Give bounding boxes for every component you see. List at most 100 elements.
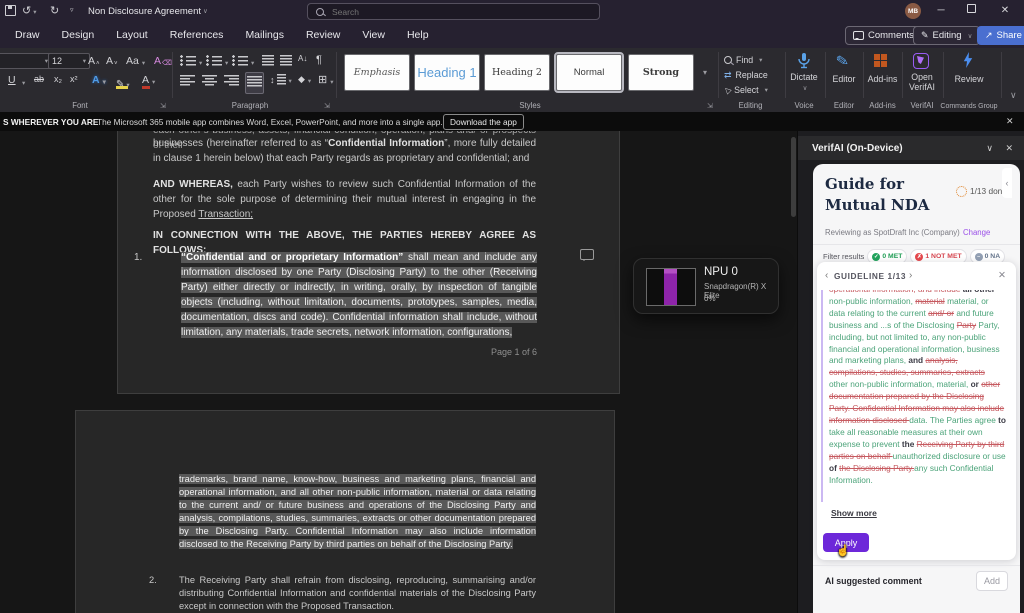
tab-layout[interactable]: Layout bbox=[116, 29, 148, 41]
pencil-icon: ✎ bbox=[921, 30, 929, 41]
open-verifai-icon[interactable] bbox=[913, 53, 929, 69]
text-effects-button[interactable]: A▾ bbox=[92, 74, 106, 86]
style-normal[interactable]: Normal bbox=[556, 54, 622, 91]
review-bolt-icon[interactable] bbox=[962, 52, 974, 68]
editor-group-label: Editor bbox=[825, 101, 863, 110]
progress-spinner-icon bbox=[956, 186, 967, 197]
open-verifai-label[interactable]: Open VerifAI bbox=[902, 72, 942, 92]
document-canvas[interactable]: each other’s business, assets, financial… bbox=[0, 131, 797, 613]
tab-design[interactable]: Design bbox=[62, 29, 95, 41]
cursor-hand-icon: ☝ bbox=[836, 544, 850, 557]
guideline-close-icon[interactable]: ✕ bbox=[998, 270, 1006, 281]
search-input[interactable] bbox=[307, 3, 600, 20]
addins-label[interactable]: Add-ins bbox=[863, 74, 902, 84]
style-heading2[interactable]: Heading 2 bbox=[484, 54, 550, 91]
share-button[interactable]: ↗ Share∨ bbox=[977, 26, 1024, 45]
save-icon[interactable] bbox=[5, 0, 15, 10]
font-name-combo[interactable]: ▾ bbox=[0, 53, 52, 69]
ribbon: ▾ 12▾ A˄ A˅ Aa▾ A⌫ U ▾ ab x₂ x² A▾ ✎▾ A▾… bbox=[0, 48, 1024, 113]
grow-font-button[interactable]: A˄ bbox=[88, 55, 100, 67]
shrink-font-button[interactable]: A˅ bbox=[106, 55, 118, 67]
justify-button[interactable] bbox=[245, 72, 264, 94]
line-spacing-button[interactable]: ↕▾ bbox=[270, 74, 292, 85]
strikethrough-button[interactable]: ab bbox=[34, 74, 44, 84]
tab-review[interactable]: Review bbox=[306, 29, 340, 41]
document-scrollbar[interactable] bbox=[791, 137, 796, 217]
tab-help[interactable]: Help bbox=[407, 29, 429, 41]
clear-formatting-button[interactable]: A⌫ bbox=[154, 55, 172, 67]
align-left-button[interactable] bbox=[180, 75, 195, 86]
close-window-button[interactable]: ✕ bbox=[994, 0, 1016, 22]
align-right-button[interactable] bbox=[224, 75, 239, 86]
tab-view[interactable]: View bbox=[362, 29, 385, 41]
change-link[interactable]: Change bbox=[963, 228, 990, 237]
borders-button[interactable]: ⊞▾ bbox=[318, 73, 333, 86]
pilcrow-button[interactable]: ¶ bbox=[316, 54, 322, 66]
collapse-ribbon-icon[interactable]: ∨ bbox=[1010, 90, 1017, 101]
card-divider bbox=[813, 244, 1020, 245]
margin-comment-icon[interactable] bbox=[580, 249, 594, 260]
document-title[interactable]: Non Disclosure Agreement∨ bbox=[88, 0, 208, 22]
quick-access-menu-icon[interactable]: ▿ bbox=[70, 0, 74, 22]
bullets-button[interactable] bbox=[180, 55, 196, 66]
panel-close-icon[interactable]: ✕ bbox=[1005, 143, 1013, 154]
tab-draw[interactable]: Draw bbox=[15, 29, 40, 41]
title-dropdown-icon: ∨ bbox=[203, 7, 208, 15]
search-field[interactable] bbox=[330, 6, 564, 18]
highlight-color-button[interactable]: ✎▾ bbox=[116, 74, 130, 92]
decrease-indent-button[interactable] bbox=[262, 55, 274, 66]
shading-button[interactable]: ◆▾ bbox=[298, 74, 311, 85]
comments-button[interactable]: Comments bbox=[845, 26, 922, 45]
style-heading1[interactable]: Heading 1 bbox=[414, 54, 480, 91]
panel-expand-handle[interactable]: ‹ bbox=[1002, 168, 1012, 198]
sort-button[interactable]: A↓ bbox=[298, 54, 307, 63]
font-dialog-launcher-icon[interactable]: ⇲ bbox=[160, 102, 166, 110]
underline-dropdown-icon[interactable]: ▾ bbox=[22, 79, 25, 87]
change-case-button[interactable]: Aa▾ bbox=[126, 55, 145, 67]
style-strong[interactable]: Strong bbox=[628, 54, 694, 91]
tab-references[interactable]: References bbox=[170, 29, 224, 41]
page-2[interactable]: trademarks, brand name, know-how, busine… bbox=[75, 410, 615, 613]
styles-dialog-launcher-icon[interactable]: ⇲ bbox=[707, 102, 713, 110]
avatar[interactable]: MB bbox=[905, 3, 921, 19]
restore-button[interactable] bbox=[960, 0, 982, 22]
guideline-next-icon[interactable]: › bbox=[909, 270, 912, 281]
show-more-link[interactable]: Show more bbox=[831, 508, 877, 518]
editing-mode-button[interactable]: ✎ Editing∨ bbox=[913, 26, 980, 45]
list-number-2: 2. bbox=[149, 574, 157, 587]
superscript-button[interactable]: x² bbox=[70, 74, 78, 84]
redo-button[interactable]: ↻ bbox=[50, 0, 59, 22]
align-center-button[interactable] bbox=[202, 75, 217, 86]
panel-collapse-icon[interactable]: ∨ bbox=[986, 143, 993, 154]
banner-close-icon[interactable]: ✕ bbox=[1006, 116, 1014, 127]
increase-indent-button[interactable] bbox=[280, 55, 292, 66]
style-emphasis[interactable]: Emphasis bbox=[344, 54, 410, 91]
find-button[interactable]: Find▾ bbox=[724, 54, 762, 66]
add-comment-button[interactable]: Add bbox=[976, 571, 1008, 591]
download-app-button[interactable]: Download the app bbox=[443, 114, 524, 130]
addins-icon[interactable] bbox=[874, 54, 887, 67]
numbering-button[interactable] bbox=[206, 55, 222, 66]
minimize-button[interactable]: ─ bbox=[930, 0, 952, 22]
styles-gallery-more-icon[interactable]: ▾ bbox=[703, 68, 707, 77]
subscript-button[interactable]: x₂ bbox=[54, 74, 62, 84]
font-color-button[interactable]: A▾ bbox=[142, 74, 155, 86]
guideline-label: GUIDELINE 1/13 bbox=[834, 271, 906, 281]
multilevel-list-button[interactable] bbox=[232, 55, 248, 66]
review-command-label[interactable]: Review bbox=[943, 74, 995, 84]
guideline-prev-icon[interactable]: ‹ bbox=[825, 270, 828, 281]
redline-clip: operational information, and include all… bbox=[829, 290, 1006, 502]
page-1[interactable]: each other’s business, assets, financial… bbox=[117, 131, 620, 394]
undo-button[interactable]: ↺▾ bbox=[22, 0, 36, 24]
underline-button[interactable]: U bbox=[8, 74, 16, 86]
paragraph-dialog-launcher-icon[interactable]: ⇲ bbox=[324, 102, 330, 110]
select-button[interactable]: ▷Select▾ bbox=[724, 84, 768, 96]
editor-icon[interactable]: ✎ bbox=[835, 51, 851, 71]
ai-comment-label: AI suggested comment bbox=[825, 576, 922, 586]
editor-label[interactable]: Editor bbox=[825, 74, 863, 84]
dictate-label[interactable]: Dictate∨ bbox=[783, 72, 825, 94]
npu-title: NPU 0 bbox=[704, 266, 738, 278]
font-size-combo[interactable]: 12▾ bbox=[48, 53, 90, 69]
replace-button[interactable]: ⇄Replace bbox=[724, 69, 768, 81]
tab-mailings[interactable]: Mailings bbox=[245, 29, 284, 41]
